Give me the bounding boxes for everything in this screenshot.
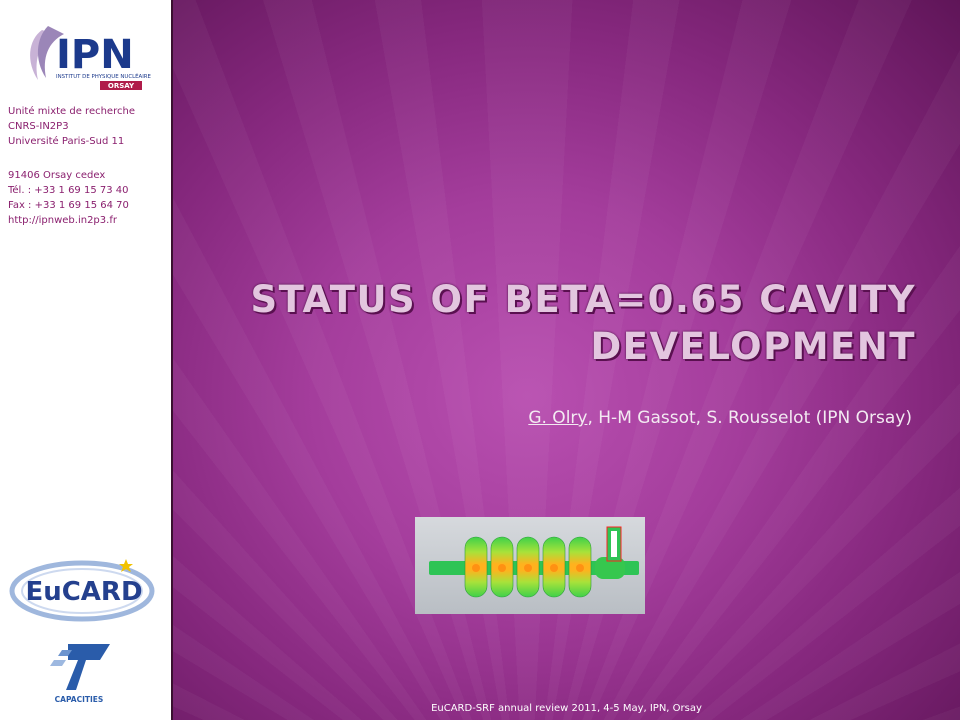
eucard-logo-text: EuCARD <box>25 577 142 607</box>
contact-address: 91406 Orsay cedex <box>8 170 106 181</box>
ipn-logo-subtitle: INSTITUT DE PHYSIQUE NUCLÉAIRE <box>56 72 152 80</box>
contact-phone: Tél. : +33 1 69 15 73 40 <box>8 185 129 196</box>
cavity-simulation-image <box>415 517 645 614</box>
slide-authors: G. Olry, H-M Gassot, S. Rousselot (IPN O… <box>212 408 912 428</box>
affiliation-line: Unité mixte de recherche <box>8 106 135 117</box>
ipn-logo-orsay: ORSAY <box>108 82 135 90</box>
contact-website: http://ipnweb.in2p3.fr <box>8 215 117 226</box>
fp7-logo-text: CAPACITIES <box>55 695 104 704</box>
sidebar: IPN INSTITUT DE PHYSIQUE NUCLÉAIRE ORSAY… <box>0 0 172 720</box>
fp7-logo: CAPACITIES <box>44 644 114 706</box>
ipn-logo-letters: IPN <box>56 32 134 78</box>
eucard-logo: EuCARD <box>9 559 155 622</box>
footer-text: EuCARD-SRF annual review 2011, 4-5 May, … <box>431 703 702 714</box>
contact-block: 91406 Orsay cedex Tél. : +33 1 69 15 73 … <box>8 168 129 228</box>
affiliation-line: Université Paris-Sud 11 <box>8 136 125 147</box>
slide-title: STATUS OF BETA=0.65 CAVITY DEVELOPMENT <box>236 276 916 370</box>
other-authors: , H-M Gassot, S. Rousselot (IPN Orsay) <box>587 408 912 428</box>
slide-title-line: STATUS OF BETA=0.65 CAVITY <box>250 278 916 321</box>
affiliation-line: CNRS-IN2P3 <box>8 121 69 132</box>
main-author: G. Olry <box>528 408 588 428</box>
affiliation-block: Unité mixte de recherche CNRS-IN2P3 Univ… <box>8 104 135 149</box>
slide-title-line: DEVELOPMENT <box>590 325 916 368</box>
contact-fax: Fax : +33 1 69 15 64 70 <box>8 200 129 211</box>
ipn-logo: IPN INSTITUT DE PHYSIQUE NUCLÉAIRE ORSAY <box>30 26 152 90</box>
slide-area: STATUS OF BETA=0.65 CAVITY DEVELOPMENT G… <box>173 0 960 720</box>
